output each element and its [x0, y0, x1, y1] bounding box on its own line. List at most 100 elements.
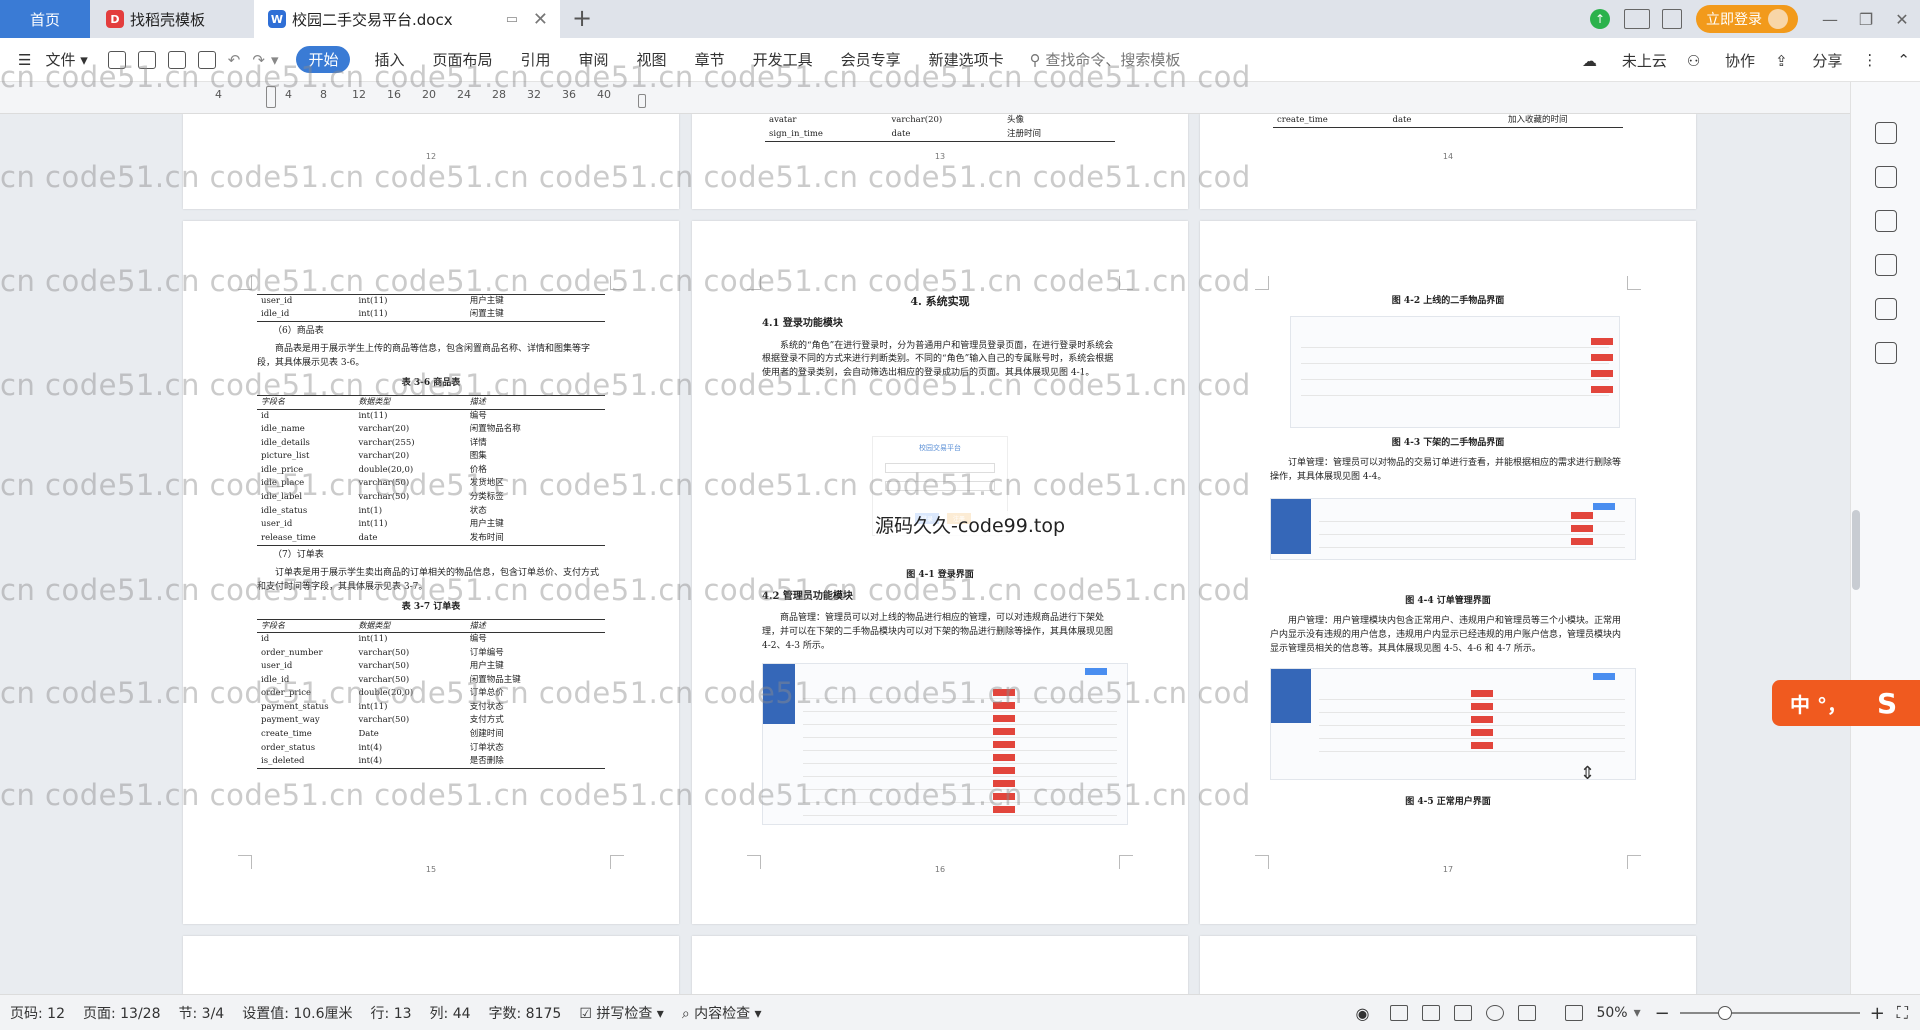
screenshot-delete-button [993, 741, 1015, 748]
table-row: payment_status int(11) 支付状态 [257, 701, 605, 715]
tab-document[interactable]: W 校园二手交易平台.docx ▭ ✕ [254, 0, 560, 38]
table-cell: varchar(50) [358, 647, 410, 658]
print-icon[interactable] [167, 50, 186, 69]
menu-hamburger-icon[interactable]: ☰ [18, 51, 31, 69]
ribbon-tab[interactable]: 章节 [695, 49, 725, 70]
zoom-out-icon[interactable]: − [1655, 1003, 1670, 1024]
book-icon[interactable] [1874, 342, 1897, 364]
content-check-toggle[interactable]: ⌕ 内容检查 ▾ [682, 1003, 762, 1023]
table-cell: 闲置物品主键 [469, 674, 521, 685]
table-fragment: create_time date 加入收藏的时间 [1273, 114, 1623, 129]
ribbon-tab[interactable]: 插入 [374, 49, 404, 70]
screenshot-row-line [803, 776, 1117, 777]
ribbon: ☰ 文件 ▾ ↶ ↷ ▾ 开始 插入 页面布局 引用 审阅 视图 章节 开发工具 会员专享 新建选… [0, 38, 1920, 82]
image-icon[interactable] [1874, 254, 1897, 276]
zoom-in-icon[interactable]: + [1870, 1003, 1885, 1024]
window-mode-icon[interactable]: ▭ [506, 12, 518, 27]
select-icon[interactable] [1874, 166, 1897, 188]
command-search[interactable]: ⚲ 查找命令、搜索模板 [1030, 49, 1181, 70]
crop-mark [1255, 276, 1269, 290]
status-section[interactable]: 节: 3/4 [179, 1003, 225, 1023]
cloud-status[interactable]: ☁ 未上云 [1582, 50, 1667, 71]
ime-badge[interactable]: 中 °， S [1772, 680, 1920, 726]
ribbon-tab[interactable]: 会员专享 [841, 49, 901, 70]
page-14: create_time date 加入收藏的时间 14 [1200, 114, 1696, 209]
outline-view-icon[interactable] [1422, 1005, 1441, 1021]
ribbon-tab[interactable]: 审阅 [579, 49, 609, 70]
pen-icon[interactable] [1874, 122, 1897, 144]
table-row: idle_name varchar(20) 闲置物品名称 [257, 423, 605, 437]
ribbon-tab[interactable]: 开发工具 [753, 49, 813, 70]
new-tab-button[interactable]: + [572, 4, 592, 32]
restore-icon[interactable]: ❐ [1848, 10, 1884, 29]
file-menu[interactable]: 文件 ▾ [45, 49, 87, 70]
zoom-slider[interactable] [1679, 1006, 1860, 1020]
vertical-scrollbar-thumb[interactable] [1852, 510, 1860, 590]
zoom-dropdown-icon[interactable]: ▾ [1634, 1005, 1641, 1021]
right-indent-marker[interactable] [638, 94, 646, 108]
share-button[interactable]: ⇪ 分享 [1775, 50, 1842, 71]
quick-access-dropdown-icon[interactable]: ▾ [271, 51, 279, 69]
page-view-icon[interactable] [1390, 1005, 1409, 1021]
adjust-icon[interactable] [1874, 210, 1897, 232]
layout-icon[interactable] [1624, 9, 1650, 29]
ribbon-right: ☁ 未上云 ⚇ 协作 ⇪ 分享 ⋮ ⌃ [1562, 38, 1910, 82]
table-header-cell: 描述 [465, 619, 605, 634]
update-icon[interactable]: ↑ [1590, 9, 1610, 29]
titlebar-controls: ↑ 立即登录 — ❐ ✕ [1590, 0, 1920, 38]
reading-view-icon[interactable] [1454, 1005, 1473, 1021]
more-icon[interactable]: ⋮ [1862, 51, 1877, 69]
location-icon[interactable] [1874, 298, 1897, 320]
collapse-ribbon-icon[interactable]: ⌃ [1897, 51, 1910, 69]
fullscreen-icon[interactable]: ⛶ [1897, 1003, 1908, 1023]
status-words[interactable]: 字数: 8175 [489, 1003, 562, 1023]
apps-grid-icon[interactable] [1662, 9, 1682, 29]
table-cell: varchar(50) [358, 661, 410, 672]
screenshot-row-line [803, 698, 1117, 699]
table-cell: user_id [261, 661, 293, 672]
ribbon-tab[interactable]: 开始 [296, 46, 351, 73]
status-page-code[interactable]: 页码: 12 [10, 1003, 65, 1023]
ribbon-tab[interactable]: 新建选项卡 [929, 49, 1004, 70]
indent-marker[interactable] [266, 86, 276, 108]
minimize-icon[interactable]: — [1812, 10, 1848, 29]
export-pdf-icon[interactable] [137, 50, 156, 69]
tab-home[interactable]: 首页 [0, 0, 90, 38]
spell-check-toggle[interactable]: ☑ 拼写检查 ▾ [579, 1003, 664, 1023]
login-button[interactable]: 立即登录 [1696, 5, 1798, 33]
ime-logo-icon: S [1876, 686, 1898, 720]
fit-page-icon[interactable] [1565, 1005, 1584, 1021]
ribbon-tab[interactable]: 页面布局 [433, 49, 493, 70]
document-canvas[interactable]: 12 avatar varchar(20) 头像 sign_in_time date 注… [0, 114, 1850, 994]
save-icon[interactable] [107, 50, 126, 69]
status-setting[interactable]: 设置值: 10.6厘米 [242, 1003, 352, 1023]
table-cell: varchar(20) [891, 115, 943, 126]
horizontal-ruler[interactable]: 4 4 8 12 16 20 24 28 32 36 40 [0, 82, 1850, 114]
tab-templates[interactable]: D 找稻壳模板 [92, 0, 252, 38]
collab-button[interactable]: ⚇ 协作 [1687, 50, 1755, 71]
center-watermark: 源码久久-code99.top [875, 511, 1066, 538]
table-row: id int(11) 编号 [257, 633, 605, 647]
undo-icon[interactable]: ↶ [228, 51, 241, 69]
status-page[interactable]: 页面: 13/28 [83, 1003, 161, 1023]
status-col[interactable]: 列: 44 [430, 1003, 471, 1023]
eye-protection-icon[interactable]: ◉ [1355, 1004, 1369, 1023]
status-row[interactable]: 行: 13 [371, 1003, 412, 1023]
table-cell: 用户主键 [469, 519, 504, 530]
close-window-icon[interactable]: ✕ [1884, 10, 1920, 29]
write-view-icon[interactable] [1518, 1005, 1537, 1021]
redo-icon[interactable]: ↷ [252, 51, 265, 69]
ribbon-tab[interactable]: 视图 [637, 49, 667, 70]
web-view-icon[interactable] [1486, 1005, 1505, 1021]
ribbon-tab[interactable]: 引用 [521, 49, 551, 70]
command-search-placeholder: 查找命令、搜索模板 [1045, 51, 1181, 69]
close-tab-icon[interactable]: ✕ [533, 9, 548, 30]
table-cell: idle_id [261, 674, 290, 685]
print-preview-icon[interactable] [197, 50, 216, 69]
screenshot-row-line [1319, 725, 1625, 726]
screenshot-row-line [1319, 699, 1625, 700]
screenshot-row-line [1319, 751, 1625, 752]
zoom-slider-knob[interactable] [1717, 1006, 1732, 1020]
table-cell: user_id [261, 296, 293, 306]
zoom-level[interactable]: 50% [1596, 1005, 1627, 1021]
